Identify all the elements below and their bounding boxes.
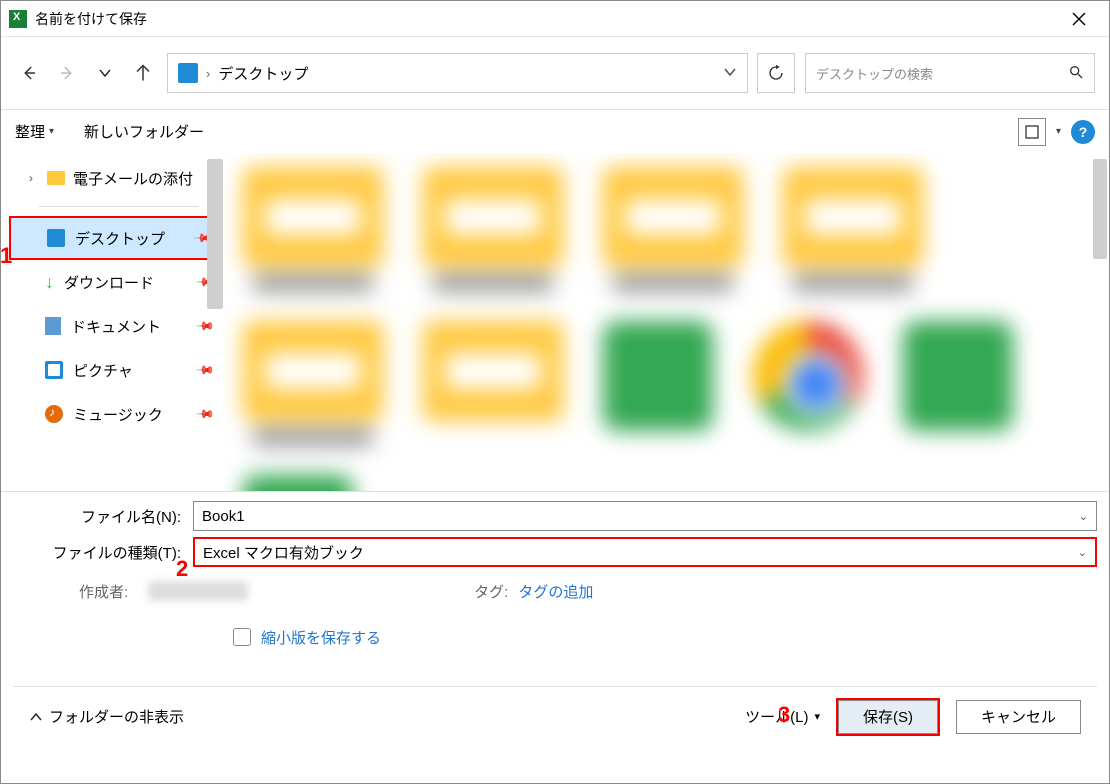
sidebar-item-music[interactable]: ミュージック 📌 [9,392,223,436]
filename-field[interactable]: Book1 ⌄ [193,501,1097,531]
filename-label: ファイル名(N): [13,506,187,527]
caret-down-icon: ▾ [814,710,820,723]
sidebar-item-pictures[interactable]: ピクチャ 📌 [9,348,223,392]
organize-label: 整理 [15,121,45,142]
chevron-up-icon [29,710,43,724]
refresh-icon [767,64,785,82]
sidebar-item-documents[interactable]: ドキュメント 📌 [9,304,223,348]
breadcrumb-location: デスクトップ [218,63,308,84]
breadcrumb-separator: › [206,66,210,81]
content-scrollbar[interactable] [1093,159,1107,259]
chevron-down-icon[interactable] [723,65,737,82]
close-button[interactable] [1057,1,1101,36]
help-button[interactable]: ? [1071,120,1095,144]
cancel-label: キャンセル [981,706,1056,727]
sidebar-item-label: ダウンロード [64,272,154,293]
window-title: 名前を付けて保存 [35,9,147,29]
chevron-down-icon[interactable]: ⌄ [1079,510,1088,523]
filename-value: Book1 [202,508,245,525]
document-icon [45,317,61,335]
sidebar-item-desktop[interactable]: デスクトップ 📌 [9,216,223,260]
arrow-up-icon [134,64,152,82]
desktop-icon [178,63,198,83]
toolbar: 整理 ▾ 新しいフォルダー ▾ ? [1,109,1109,153]
up-button[interactable] [129,59,157,87]
sidebar-scrollbar[interactable] [207,159,223,309]
tree-divider [39,206,199,207]
caret-down-icon[interactable]: ▾ [1056,126,1061,137]
search-input[interactable]: デスクトップの検索 [805,53,1095,93]
footer: フォルダーの非表示 ツール(L) ▾ 保存(S) キャンセル [13,686,1097,746]
sidebar-item-label: ドキュメント [71,316,161,337]
cancel-button[interactable]: キャンセル [956,700,1081,734]
pin-icon: 📌 [195,404,215,424]
annotation-1: 1 [0,243,12,269]
tag-label: タグ: [474,581,508,602]
thumbnail-checkbox[interactable] [233,628,251,646]
save-label: 保存(S) [863,706,913,727]
filetype-field[interactable]: Excel マクロ有効ブック ⌄ [193,537,1097,567]
filetype-value: Excel マクロ有効ブック [203,542,364,563]
breadcrumb[interactable]: › デスクトップ [167,53,748,93]
back-button[interactable] [15,59,43,87]
sidebar-item-label: デスクトップ [75,228,165,249]
new-folder-button[interactable]: 新しいフォルダー [84,121,204,142]
view-icon [1025,125,1039,139]
filename-row: ファイル名(N): Book1 ⌄ [13,498,1097,534]
close-icon [1072,12,1086,26]
sidebar-item-downloads[interactable]: ↓ ダウンロード 📌 [9,260,223,304]
file-list[interactable] [223,153,1109,491]
chevron-down-icon[interactable]: ⌄ [1078,546,1087,559]
thumbnail-label: 縮小版を保存する [261,627,381,648]
filetype-label: ファイルの種類(T): [13,542,187,563]
view-mode-button[interactable] [1018,118,1046,146]
pin-icon: 📌 [195,316,215,336]
hide-folders-label: フォルダーの非表示 [49,706,184,727]
folder-icon [47,171,65,185]
author-label: 作成者: [79,581,128,602]
refresh-button[interactable] [757,53,795,93]
pin-icon: 📌 [195,360,215,380]
picture-icon [45,361,63,379]
tag-add-link[interactable]: タグの追加 [518,581,593,602]
titlebar: 名前を付けて保存 [1,1,1109,37]
hide-folders-toggle[interactable]: フォルダーの非表示 [29,706,184,727]
save-button[interactable]: 保存(S) [838,700,938,734]
chevron-down-icon [98,66,112,80]
caret-down-icon: ▾ [49,126,54,137]
music-icon [45,405,63,423]
search-icon [1068,64,1084,83]
sidebar-item-label: ピクチャ [73,360,133,381]
nav-tree: › 電子メールの添付 デスクトップ 📌 ↓ ダウンロード 📌 ドキュメント 📌 … [1,153,223,491]
author-value-blurred [148,581,248,601]
nav-row: › デスクトップ デスクトップの検索 [1,37,1109,109]
arrow-left-icon [20,64,38,82]
bottom-panel: ファイル名(N): Book1 ⌄ ファイルの種類(T): Excel マクロ有… [1,491,1109,746]
annotation-2: 2 [176,556,188,582]
main-area: › 電子メールの添付 デスクトップ 📌 ↓ ダウンロード 📌 ドキュメント 📌 … [1,153,1109,491]
annotation-3: 3 [778,702,790,728]
blurred-content [243,167,1089,491]
tree-label: 電子メールの添付 [73,168,193,189]
arrow-right-icon [58,64,76,82]
tree-item-email-attachments[interactable]: › 電子メールの添付 [9,159,223,197]
chevron-right-icon: › [23,171,39,185]
excel-icon [9,10,27,28]
desktop-icon [47,229,65,247]
organize-menu[interactable]: 整理 ▾ [15,121,54,142]
search-placeholder: デスクトップの検索 [816,64,933,83]
recent-dropdown[interactable] [91,59,119,87]
download-icon: ↓ [45,272,54,293]
thumbnail-row: 縮小版を保存する [13,612,1097,662]
tools-label: ツール(L) [745,706,808,727]
forward-button[interactable] [53,59,81,87]
sidebar-item-label: ミュージック [73,404,163,425]
